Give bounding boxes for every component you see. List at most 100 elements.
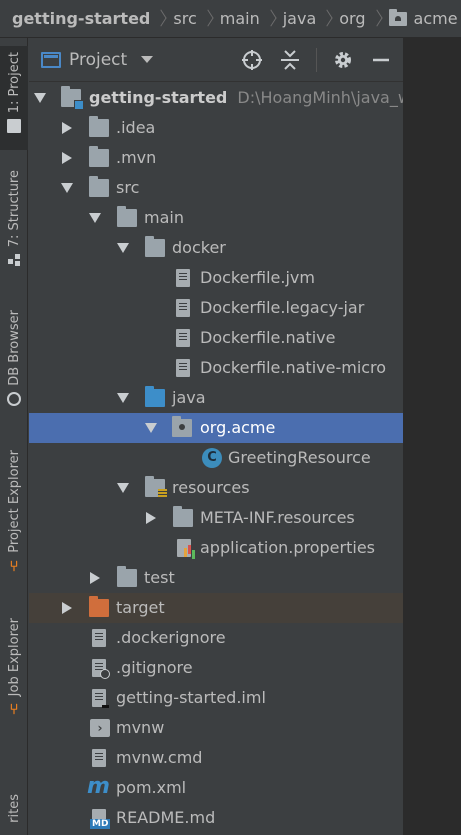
tree-row-greeting-resource-label: GreetingResource [228, 448, 371, 467]
tree-row-dockerfile-native[interactable]: Dockerfile.native [29, 323, 403, 353]
breadcrumb-separator [203, 8, 212, 30]
excluded-folder-icon [89, 596, 109, 617]
collapsed-arrow-icon[interactable] [146, 512, 156, 524]
tree-row-mvnw-cmd[interactable]: mvnw.cmd [29, 743, 403, 773]
folder-icon [117, 566, 137, 587]
tool-tab-favorites[interactable]: rites [0, 794, 28, 835]
tool-tab-db-browser[interactable]: DB Browser [0, 310, 28, 420]
tree-row-test[interactable]: test [29, 563, 403, 593]
expand-arrow-icon[interactable] [117, 393, 129, 403]
tool-tab-db-browser-label: DB Browser [6, 310, 22, 386]
breadcrumb-separator [156, 8, 165, 30]
locate-button[interactable] [240, 48, 264, 72]
crosshair-icon [242, 50, 262, 70]
chevron-down-icon [141, 56, 154, 63]
editor-area[interactable] [404, 38, 461, 835]
breadcrumb-org[interactable]: org [339, 9, 365, 28]
tree-row-docker[interactable]: docker [29, 233, 403, 263]
tree-row-pom-label: pom.xml [116, 778, 187, 797]
folder-icon [117, 206, 137, 227]
breadcrumb-acme-label: acme [413, 9, 458, 28]
module-file-icon [92, 689, 109, 708]
tree-row-dockerignore-label: .dockerignore [116, 628, 226, 647]
tree-row-dockerfile-native-label: Dockerfile.native [200, 328, 336, 347]
project-folder-icon [7, 119, 21, 134]
minimize-icon [373, 58, 389, 62]
collapse-all-button[interactable] [278, 48, 302, 72]
tree-row-docker-label: docker [172, 238, 226, 257]
collapsed-arrow-icon[interactable] [90, 572, 100, 584]
collapsed-arrow-icon[interactable] [62, 122, 72, 134]
tree-row-org-acme-label: org.acme [200, 418, 276, 437]
gear-icon [335, 52, 351, 68]
expand-arrow-icon[interactable] [34, 93, 46, 103]
tree-row-resources[interactable]: resources [29, 473, 403, 503]
breadcrumb-acme[interactable]: acme [388, 8, 458, 28]
structure-icon [7, 253, 21, 267]
tree-row-readme[interactable]: README.md [29, 803, 403, 833]
tree-row-iml-label: getting-started.iml [116, 688, 266, 707]
tree-row-mvnw[interactable]: › mvnw [29, 713, 403, 743]
tree-row-dockerfile-jvm[interactable]: Dockerfile.jvm [29, 263, 403, 293]
tree-row-src[interactable]: src [29, 173, 403, 203]
tool-tab-job-explorer[interactable]: Job Explorer ⑂ [0, 618, 28, 730]
root-name: getting-started [89, 88, 228, 107]
tree-row-mvn[interactable]: .mvn [29, 143, 403, 173]
breadcrumb-project[interactable]: getting-started [12, 9, 150, 28]
text-file-icon [176, 269, 190, 287]
text-file-icon [92, 629, 106, 647]
tree-row-application-properties[interactable]: application.properties [29, 533, 403, 563]
tool-tab-structure[interactable]: 7: Structure [0, 170, 28, 280]
tree-row-dockerfile-native-micro[interactable]: Dockerfile.native-micro [29, 353, 403, 383]
collapsed-arrow-icon[interactable] [62, 602, 72, 614]
root-path: D:\HoangMinh\java_w [237, 88, 403, 107]
tool-tab-project-explorer[interactable]: Project Explorer ⑂ [0, 450, 28, 588]
tree-row-greeting-resource[interactable]: C GreetingResource [29, 443, 403, 473]
folder-icon [173, 506, 193, 527]
tree-row-resources-label: resources [172, 478, 250, 497]
breadcrumb-separator [372, 8, 381, 30]
tree-row-iml[interactable]: getting-started.iml [29, 683, 403, 713]
hide-panel-button[interactable] [369, 48, 393, 72]
text-file-icon [176, 329, 190, 347]
expand-arrow-icon[interactable] [61, 183, 73, 193]
tree-row-java[interactable]: java [29, 383, 403, 413]
settings-button[interactable] [331, 48, 355, 72]
tree-row-meta-inf[interactable]: META-INF.resources [29, 503, 403, 533]
navigation-bar: getting-started src main java org acme [0, 0, 461, 38]
tree-row-target[interactable]: target [29, 593, 403, 623]
tree-row-test-label: test [144, 568, 175, 587]
expand-arrow-icon[interactable] [117, 483, 129, 493]
ignore-file-icon [92, 659, 110, 679]
tool-tab-project-explorer-label: Project Explorer [6, 450, 22, 553]
tree-row-gitignore[interactable]: .gitignore [29, 653, 403, 683]
resources-folder-icon [145, 476, 167, 498]
folder-icon [89, 146, 109, 167]
tree-row-org-acme[interactable]: org.acme [29, 413, 403, 443]
tree-row-idea[interactable]: .idea [29, 113, 403, 143]
tree-row-root[interactable]: getting-started D:\HoangMinh\java_w [29, 83, 403, 113]
tree-row-main[interactable]: main [29, 203, 403, 233]
folder-icon [89, 116, 109, 137]
class-icon: C [202, 448, 222, 468]
breadcrumb-src[interactable]: src [173, 9, 196, 28]
expand-arrow-icon[interactable] [145, 423, 157, 433]
project-view-label: Project [69, 49, 128, 70]
breadcrumb-java[interactable]: java [283, 9, 317, 28]
tool-tab-project[interactable]: 1: Project [0, 46, 28, 150]
project-view-selector[interactable]: Project [41, 49, 154, 70]
maven-icon: m [87, 774, 110, 799]
collapsed-arrow-icon[interactable] [62, 152, 72, 164]
tree-row-target-label: target [116, 598, 165, 617]
folder-icon [89, 176, 109, 197]
tool-tab-job-explorer-label: Job Explorer [6, 618, 22, 697]
tree-row-dockerfile-legacy[interactable]: Dockerfile.legacy-jar [29, 293, 403, 323]
expand-arrow-icon[interactable] [117, 243, 129, 253]
breadcrumb-main[interactable]: main [220, 9, 260, 28]
database-icon [7, 391, 21, 406]
expand-arrow-icon[interactable] [89, 213, 101, 223]
tree-row-pom[interactable]: m pom.xml [29, 773, 403, 803]
tree-row-java-label: java [172, 388, 206, 407]
project-tree: getting-started D:\HoangMinh\java_w .idea… [29, 82, 403, 835]
tree-row-dockerignore[interactable]: .dockerignore [29, 623, 403, 653]
